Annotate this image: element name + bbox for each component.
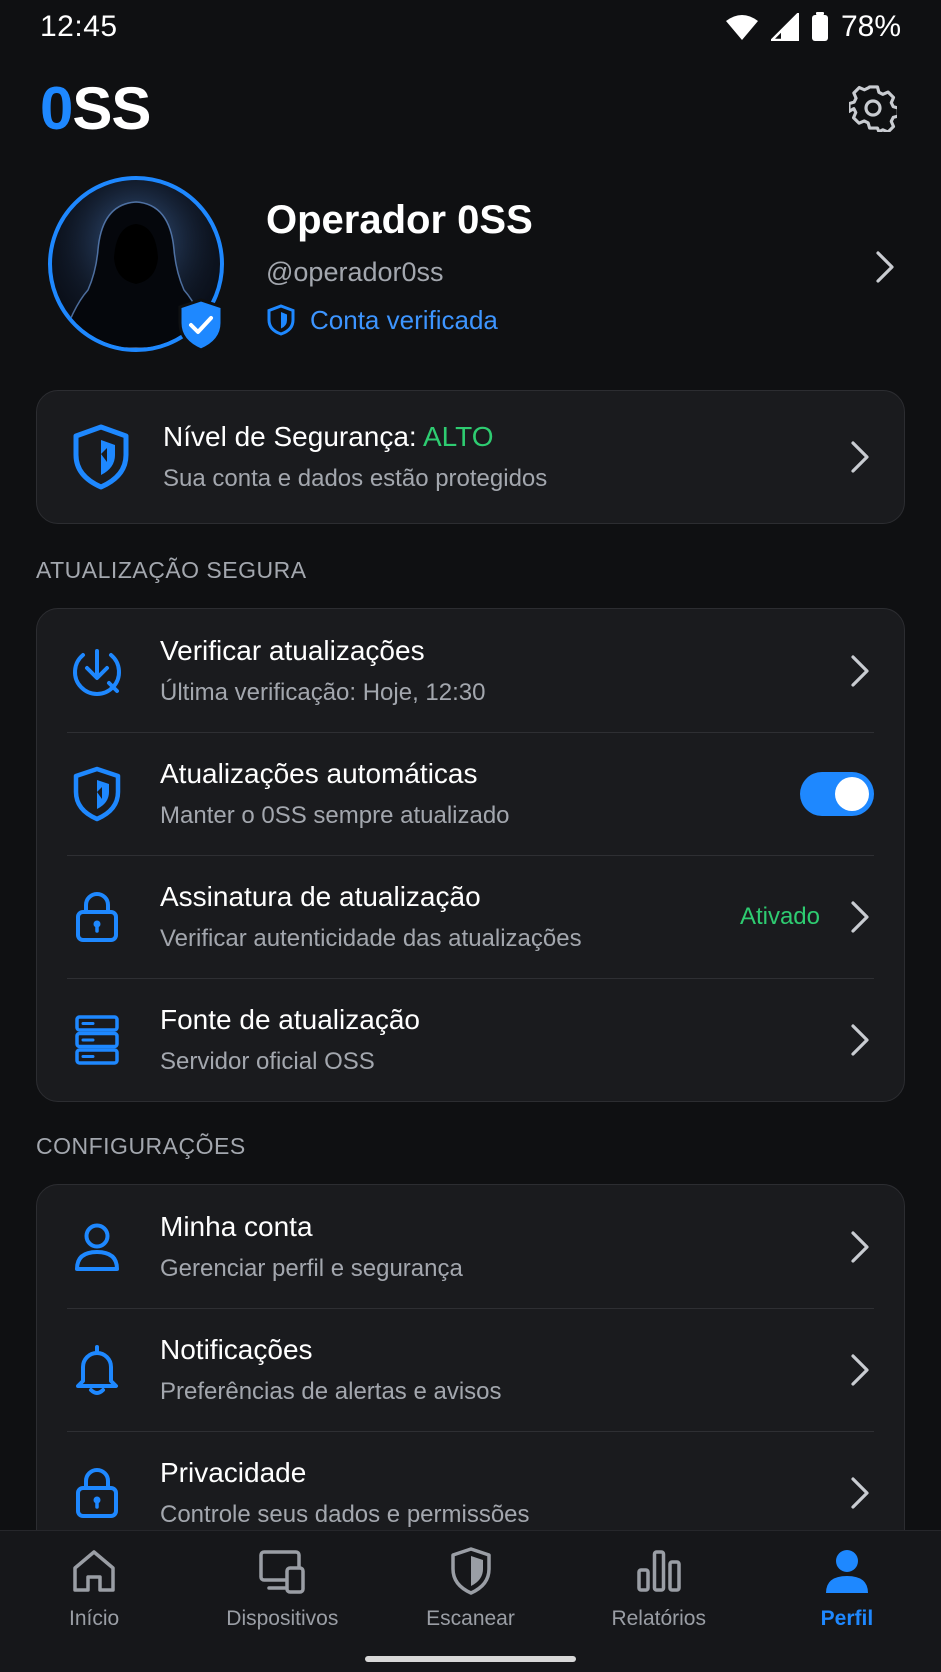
list-item-subtitle: Última verificação: Hoje, 12:30 (160, 678, 486, 706)
list-item-subtitle: Manter o 0SS sempre atualizado (160, 801, 510, 829)
list-item-title: Assinatura de atualização (160, 880, 481, 912)
chevron-right-icon (846, 1020, 874, 1060)
lock-icon (67, 887, 127, 947)
status-badge: Ativado (739, 902, 820, 930)
list-item-subtitle: Servidor oficial OSS (160, 1047, 375, 1075)
list-item-title: Fonte de atualização (160, 1003, 420, 1035)
download-icon (67, 641, 127, 701)
security-level-card[interactable]: Nível de Segurança: ALTO Sua conta e dad… (36, 390, 905, 524)
profile-name: Operador 0SS (266, 198, 533, 242)
security-shield-icon (73, 424, 129, 490)
lock-icon (67, 1463, 127, 1523)
list-item-update-source[interactable]: Fonte de atualização Servidor oficial OS… (67, 978, 874, 1101)
shield-icon (445, 1545, 497, 1597)
verified-badge-icon (178, 298, 224, 352)
update-settings-card: Verificar atualizações Última verificaçã… (36, 608, 905, 1102)
profile-header[interactable]: Operador 0SS @operador0ss Conta verifica… (36, 172, 905, 362)
security-text: Nível de Segurança: ALTO Sua conta e dad… (163, 421, 846, 493)
nav-item-home[interactable]: Início (0, 1531, 188, 1672)
verified-status: Conta verificada (266, 304, 865, 336)
section-title-update: ATUALIZAÇÃO SEGURA (36, 557, 307, 583)
app-header: 0SS (40, 70, 901, 146)
security-title: Nível de Segurança: ALTO (163, 421, 494, 452)
security-subtitle: Sua conta e dados estão protegidos (163, 465, 548, 492)
list-item-subtitle: Preferências de alertas e avisos (160, 1377, 502, 1405)
nav-item-devices[interactable]: Dispositivos (188, 1531, 376, 1672)
bell-icon (67, 1340, 127, 1400)
chevron-right-icon (846, 651, 874, 691)
home-indicator[interactable] (365, 1656, 576, 1662)
profile-info: Operador 0SS @operador0ss Conta verifica… (266, 198, 865, 336)
list-item-subtitle: Verificar autenticidade das atualizações (160, 924, 582, 952)
chevron-right-icon (865, 242, 905, 292)
status-time: 12:45 (40, 10, 118, 43)
avatar-container (36, 172, 226, 362)
server-icon (67, 1010, 127, 1070)
section-title-settings: CONFIGURAÇÕES (36, 1133, 246, 1159)
nav-label: Escanear (426, 1607, 515, 1630)
shield-icon (67, 764, 127, 824)
list-item-title: Minha conta (160, 1210, 313, 1242)
chevron-right-icon (846, 1227, 874, 1267)
auto-updates-toggle[interactable] (800, 771, 874, 816)
security-level-value: ALTO (422, 421, 494, 452)
person-icon (821, 1545, 873, 1597)
list-item-subtitle: Gerenciar perfil e segurança (160, 1254, 463, 1282)
profile-handle: @operador0ss (266, 257, 444, 287)
bottom-navigation: Início Dispositivos Escanear Relatórios … (0, 1530, 941, 1672)
list-item-notifications[interactable]: Notificações Preferências de alertas e a… (67, 1308, 874, 1431)
list-item-update-signature[interactable]: Assinatura de atualização Verificar aute… (67, 855, 874, 978)
app-logo: 0SS (40, 74, 151, 142)
nav-label: Início (69, 1607, 120, 1630)
status-bar: 12:45 78% (0, 0, 941, 54)
nav-label: Perfil (820, 1607, 874, 1630)
verified-shield-icon (267, 304, 295, 336)
toggle-knob (835, 776, 869, 811)
battery-icon (811, 12, 828, 41)
settings-card: Minha conta Gerenciar perfil e segurança… (36, 1184, 905, 1584)
profile-screen: 12:45 78% 0SS Operador 0SS @operador0ss … (0, 0, 941, 1672)
wifi-icon (725, 15, 758, 40)
list-item-subtitle: Controle seus dados e permissões (160, 1500, 530, 1528)
battery-percentage: 78% (840, 10, 901, 43)
list-item-title: Atualizações automáticas (160, 757, 478, 789)
chevron-right-icon (846, 897, 874, 937)
list-item-check-updates[interactable]: Verificar atualizações Última verificaçã… (67, 609, 874, 732)
nav-item-profile[interactable]: Perfil (753, 1531, 941, 1672)
settings-button[interactable] (845, 80, 901, 136)
gear-icon (849, 85, 897, 132)
home-icon (68, 1545, 120, 1597)
list-item-title: Privacidade (160, 1456, 307, 1488)
list-item-title: Verificar atualizações (160, 634, 425, 666)
person-icon (67, 1217, 127, 1277)
list-item-auto-updates: Atualizações automáticas Manter o 0SS se… (67, 732, 874, 855)
chevron-right-icon (846, 437, 874, 477)
chevron-right-icon (846, 1473, 874, 1513)
verified-label: Conta verificada (310, 304, 498, 335)
signal-icon (770, 13, 799, 41)
nav-item-reports[interactable]: Relatórios (565, 1531, 753, 1672)
devices-icon (256, 1545, 308, 1597)
status-icons: 78% (725, 10, 901, 44)
list-item-my-account[interactable]: Minha conta Gerenciar perfil e segurança (67, 1185, 874, 1308)
nav-item-scan[interactable]: Escanear (376, 1531, 564, 1672)
nav-label: Dispositivos (226, 1607, 339, 1630)
bar-chart-icon (633, 1545, 685, 1597)
list-item-title: Notificações (160, 1333, 313, 1365)
chevron-right-icon (846, 1350, 874, 1390)
nav-label: Relatórios (611, 1607, 706, 1630)
